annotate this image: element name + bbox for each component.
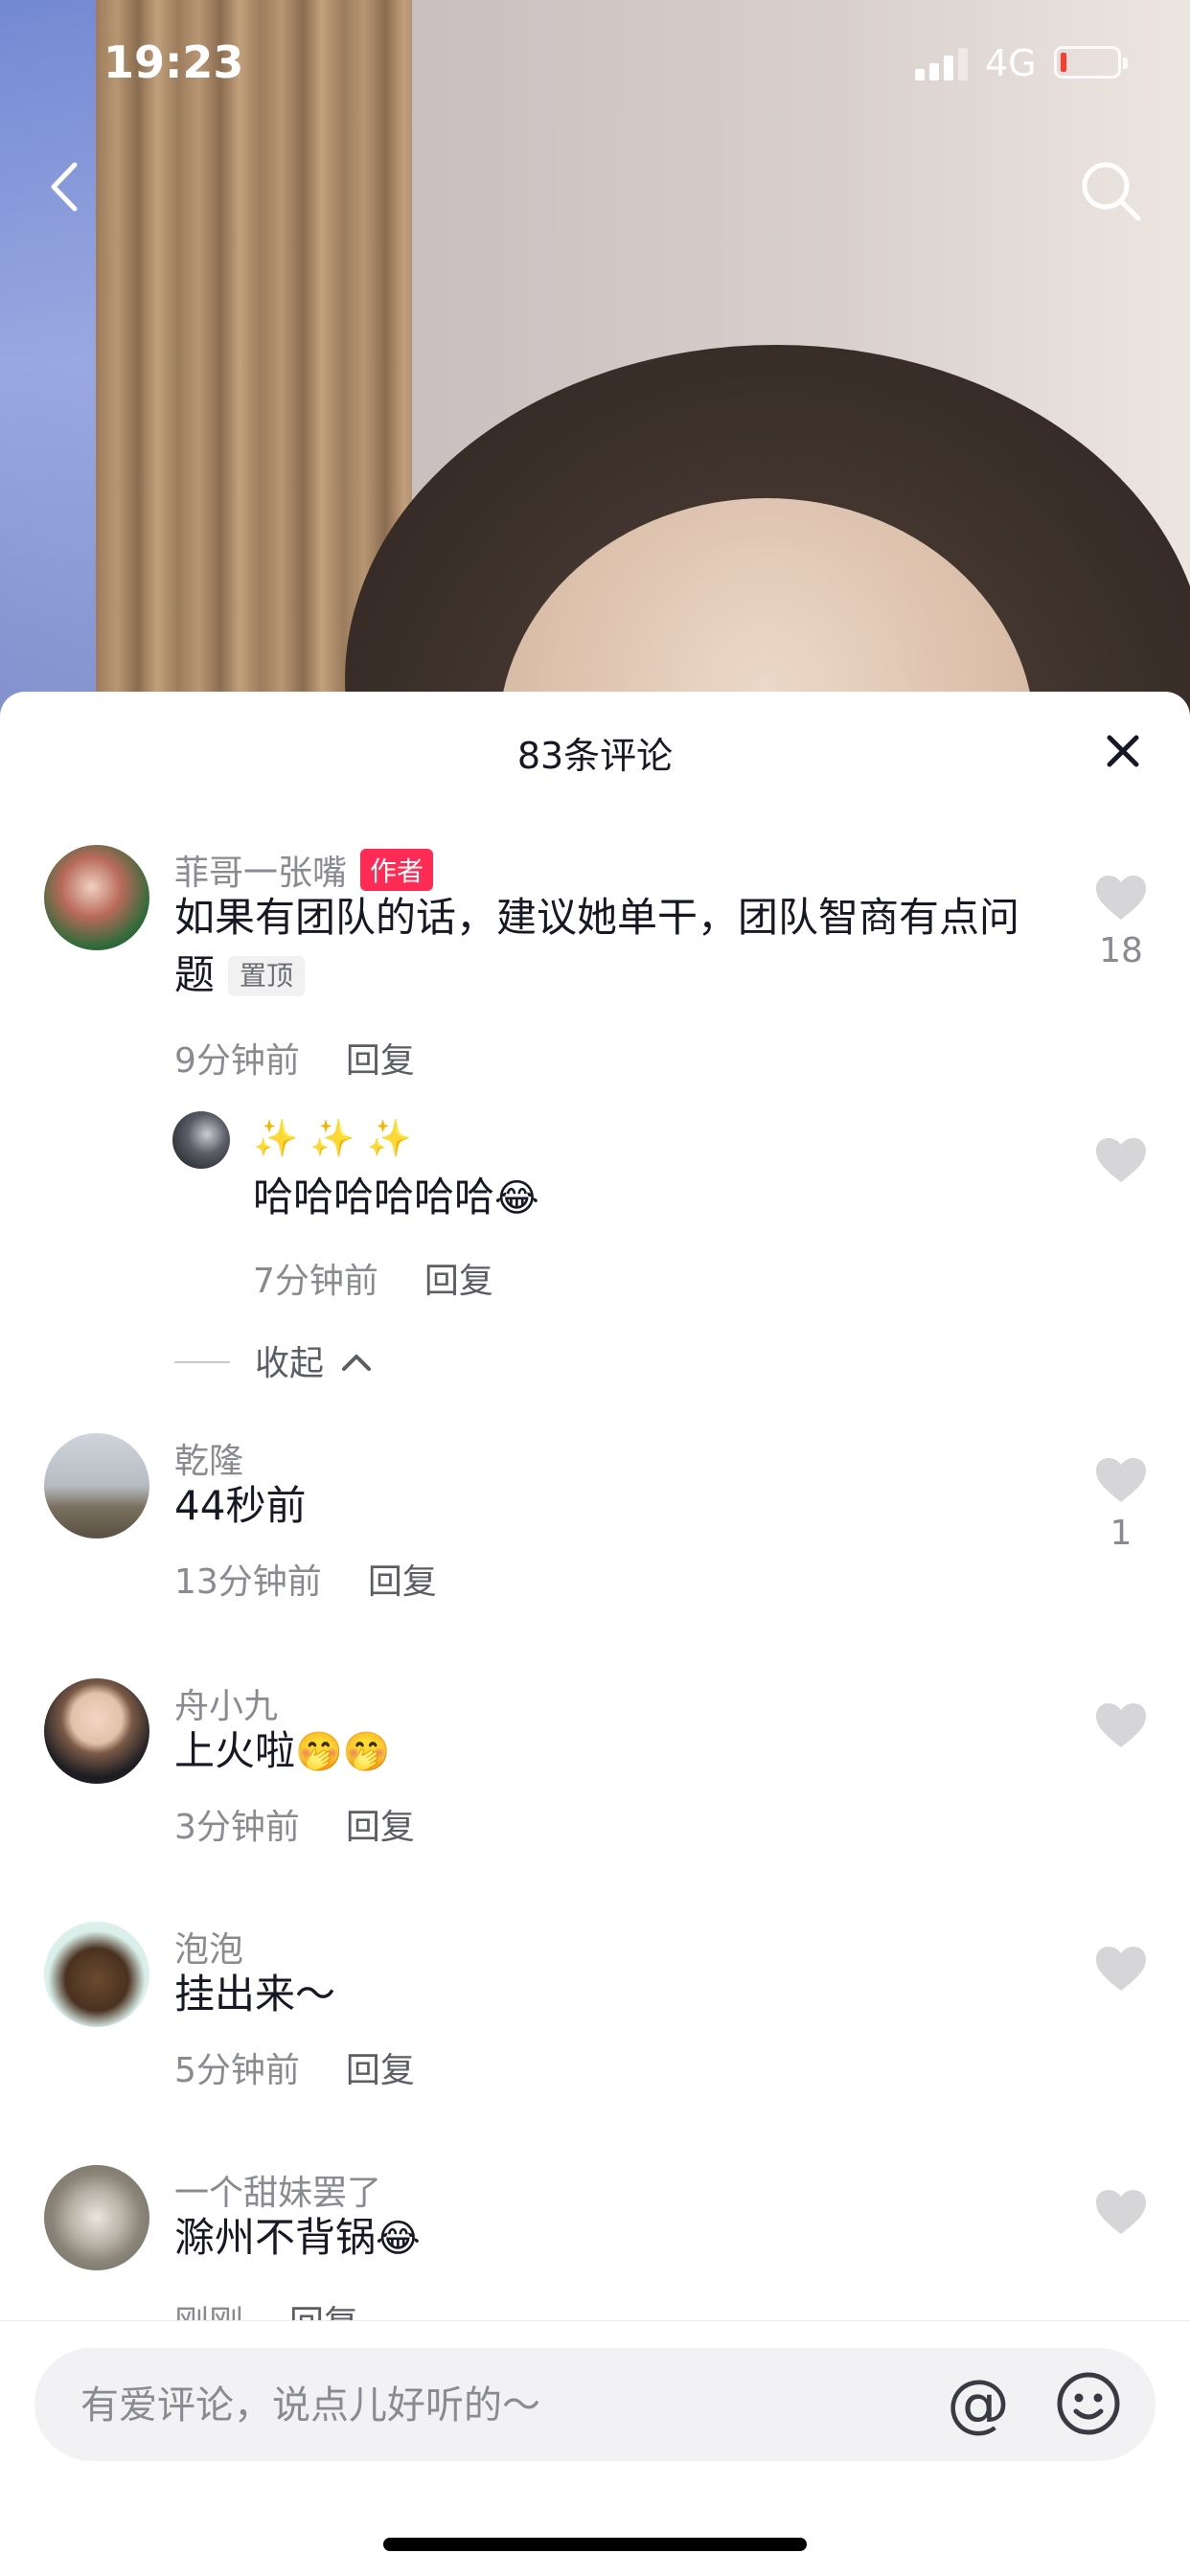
search-icon xyxy=(1082,162,1141,221)
reply-username[interactable]: ✨ ✨ ✨ xyxy=(253,1117,412,1160)
home-indicator[interactable] xyxy=(383,2538,807,2551)
reply-time: 7分钟前 xyxy=(253,1262,378,1301)
like-button[interactable] xyxy=(1092,2188,1150,2240)
heart-icon xyxy=(1096,1947,1146,1991)
emoji-laughing-crying: 😂 xyxy=(494,1176,539,1220)
avatar[interactable] xyxy=(44,1678,149,1784)
like-button[interactable] xyxy=(1092,1945,1150,1996)
comment-time: 9分钟前 xyxy=(174,1041,300,1081)
heart-icon xyxy=(1096,1703,1146,1747)
comment-text[interactable]: 挂出来～ xyxy=(174,1966,1056,2023)
author-badge: 作者 xyxy=(360,849,434,891)
emoji-button[interactable] xyxy=(1050,2365,1127,2442)
close-icon xyxy=(1107,735,1139,767)
reply-button[interactable]: 回复 xyxy=(346,2051,415,2090)
heart-icon xyxy=(1096,2190,1146,2234)
like-button[interactable]: 18 xyxy=(1092,874,1150,970)
network-type: 4G xyxy=(985,42,1037,84)
chevron-up-icon xyxy=(342,1355,372,1371)
comment-input-container: @ xyxy=(34,2348,1156,2463)
avatar[interactable] xyxy=(172,1111,230,1169)
like-button[interactable]: 1 xyxy=(1092,1456,1150,1553)
like-count: 1 xyxy=(1110,1514,1133,1553)
divider xyxy=(174,1361,230,1363)
comment-input-bar: @ xyxy=(0,2320,1190,2576)
avatar[interactable] xyxy=(44,845,149,950)
back-button[interactable] xyxy=(38,144,96,230)
smiley-icon xyxy=(1057,2372,1120,2435)
mention-button[interactable]: @ xyxy=(940,2365,1017,2442)
status-time: 19:23 xyxy=(103,36,244,88)
signal-icon xyxy=(915,46,973,80)
comments-sheet: 83条评论 菲哥一张嘴 作者 如果有团队的话，建议她单干，团队智商有点问题 置顶 9… xyxy=(0,692,1190,2575)
comment-time: 3分钟前 xyxy=(174,1808,300,1847)
like-button[interactable] xyxy=(1092,1701,1150,1753)
reply-button[interactable]: 回复 xyxy=(368,1562,437,1602)
comment-username[interactable]: 一个甜妹罢了 xyxy=(174,2165,381,2215)
like-count: 18 xyxy=(1099,931,1143,970)
comment-username[interactable]: 乾隆 xyxy=(174,1433,243,1483)
comment-text[interactable]: 44秒前 xyxy=(174,1477,1056,1535)
comments-title: 83条评论 xyxy=(516,735,674,777)
comment-text[interactable]: 滁州不背锅 xyxy=(174,2214,376,2261)
comment-username[interactable]: 泡泡 xyxy=(174,1922,243,1972)
heart-icon xyxy=(1096,876,1146,920)
reply-button[interactable]: 回复 xyxy=(346,1041,415,1081)
heart-icon xyxy=(1096,1458,1146,1502)
reply-button[interactable]: 回复 xyxy=(424,1262,493,1301)
comment-username[interactable]: 菲哥一张嘴 xyxy=(174,854,347,893)
reply-button[interactable]: 回复 xyxy=(346,1808,415,1847)
comment-text[interactable]: 上火啦 xyxy=(174,1727,295,1774)
status-bar: 19:23 4G xyxy=(0,0,1190,125)
chevron-left-icon xyxy=(51,162,78,212)
avatar[interactable] xyxy=(44,1922,149,2027)
avatar[interactable] xyxy=(44,2165,149,2270)
close-button[interactable] xyxy=(1102,730,1144,772)
comment-time: 13分钟前 xyxy=(174,1562,322,1602)
emoji-hand-over-mouth: 🤭🤭 xyxy=(295,1730,391,1774)
battery-icon xyxy=(1054,46,1128,79)
search-button[interactable] xyxy=(1073,153,1150,230)
comment-username[interactable]: 舟小九 xyxy=(174,1678,278,1728)
heart-icon xyxy=(1096,1138,1146,1182)
comment-time: 5分钟前 xyxy=(174,2051,300,2090)
avatar[interactable] xyxy=(44,1433,149,1539)
reply-text[interactable]: 哈哈哈哈哈哈 xyxy=(253,1174,494,1220)
collapse-replies-button[interactable]: 收起 xyxy=(174,1335,373,1385)
comment-input[interactable] xyxy=(79,2348,926,2463)
pinned-badge: 置顶 xyxy=(228,956,306,996)
collapse-label: 收起 xyxy=(255,1344,325,1383)
emoji-laughing-crying: 😂 xyxy=(376,2217,421,2261)
like-button[interactable] xyxy=(1092,1136,1150,1188)
